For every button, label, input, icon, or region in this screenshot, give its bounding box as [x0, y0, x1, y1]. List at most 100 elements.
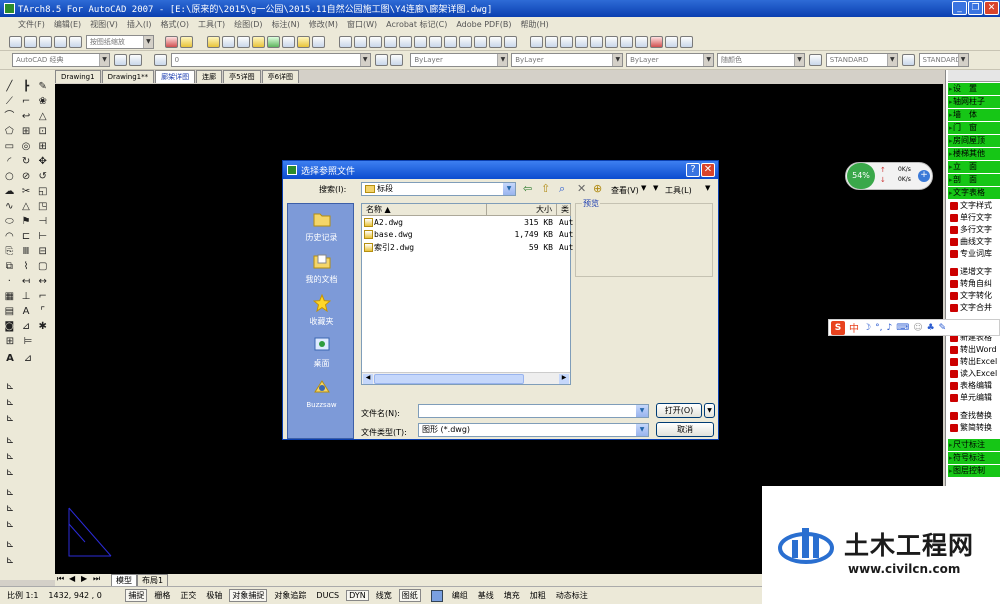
extend-icon[interactable]: ⊢	[36, 230, 49, 243]
arc2-icon[interactable]: ◜	[3, 155, 16, 168]
menu-format[interactable]: 格式(O)	[160, 19, 189, 30]
gradient-icon[interactable]: ▤	[3, 305, 16, 318]
isolate-icon[interactable]	[281, 36, 295, 48]
dim-style-combo[interactable]: STANDARD ▼	[918, 53, 969, 67]
layer-manager-icon[interactable]	[153, 54, 167, 66]
mic-icon[interactable]: ♪	[886, 323, 892, 333]
moon-icon[interactable]: ☽	[863, 323, 871, 333]
circle-icon[interactable]: ○	[3, 170, 16, 183]
maximize-button[interactable]: ❐	[968, 1, 983, 15]
menu-adobe-pdf[interactable]: Adobe PDF(B)	[456, 20, 511, 29]
back-icon[interactable]: ⇦	[523, 182, 532, 195]
import-excel-item[interactable]: 读入Excel	[948, 368, 1000, 380]
find-replace-item[interactable]: 查找替换	[948, 410, 1000, 422]
arc-icon[interactable]: ⌒	[3, 110, 16, 123]
new-folder-icon[interactable]: ⊕	[593, 182, 602, 195]
place-history[interactable]: 历史记录	[288, 210, 355, 243]
dim-linear-icon[interactable]: ⊾	[3, 380, 17, 393]
open-icon[interactable]	[24, 36, 37, 48]
zoom-previous-icon[interactable]	[575, 36, 589, 48]
panel-elevation[interactable]: 立 面	[948, 161, 1000, 173]
ime-mode[interactable]: 中	[849, 320, 859, 335]
file-row[interactable]: base.dwg 1,749 KB Aut	[364, 230, 573, 241]
layer-previous-icon[interactable]	[389, 54, 403, 66]
chamfer-icon[interactable]: ↔	[36, 275, 49, 288]
next-layout-icon[interactable]: ▶	[81, 574, 87, 583]
last-layout-icon[interactable]: ⏭	[93, 574, 100, 584]
place-desktop[interactable]: 桌面	[288, 336, 355, 369]
open-button[interactable]: 打开(O)	[656, 403, 702, 418]
grid-icon[interactable]: ⊞	[20, 125, 33, 138]
circle-tool-icon[interactable]: ◎	[20, 140, 33, 153]
file-row[interactable]: 索引2.dwg 59 KB Aut	[364, 242, 573, 253]
ime-toolbar[interactable]: S 中 ☽ °, ♪ ⌨ ☺ ♣ ✎	[828, 319, 1000, 336]
tab-drawing1-modified[interactable]: Drawing1**	[101, 70, 155, 83]
text-style-icon[interactable]	[808, 54, 822, 66]
layer-icon[interactable]	[221, 36, 235, 48]
menu-acrobat[interactable]: Acrobat 标记(C)	[386, 19, 447, 30]
stairs-icon[interactable]: ⌇	[20, 260, 33, 273]
cell-edit-item[interactable]: 单元编辑	[948, 392, 1000, 404]
fill-toggle[interactable]: 填充	[501, 589, 523, 602]
menu-help[interactable]: 帮助(H)	[521, 19, 549, 30]
tool-palette-icon[interactable]	[620, 36, 634, 48]
match-icon[interactable]	[266, 36, 280, 48]
dialog-close-button[interactable]: ✕	[701, 163, 715, 177]
delete-icon[interactable]: ✕	[577, 182, 586, 195]
preview-icon[interactable]	[69, 36, 82, 48]
lamp-icon[interactable]	[296, 36, 310, 48]
tab-pavilion6[interactable]: 亭6详图	[261, 70, 300, 83]
stamp-icon[interactable]	[179, 36, 193, 48]
group-toggle[interactable]: 编组	[449, 589, 471, 602]
user-icon[interactable]: ☺	[913, 323, 922, 333]
zoom-realtime-icon[interactable]	[545, 36, 559, 48]
sheet-set-icon[interactable]	[635, 36, 649, 48]
tools-menu[interactable]: 工具(L)	[665, 185, 692, 196]
cut-tool-icon[interactable]: ✂	[20, 185, 33, 198]
place-my-documents[interactable]: 我的文档	[288, 252, 355, 285]
elevation-icon[interactable]: ⊥	[20, 290, 33, 303]
multi-text-item[interactable]: 多行文字	[948, 224, 1000, 236]
tab-drawing1[interactable]: Drawing1	[55, 70, 101, 83]
text-style-combo[interactable]: STANDARD ▼	[825, 53, 898, 67]
bulb-icon[interactable]	[206, 36, 220, 48]
fill-icon[interactable]: ❀	[36, 95, 49, 108]
dim-radius-icon[interactable]: ⊾	[3, 450, 17, 463]
filename-input[interactable]: ▼	[418, 404, 649, 418]
net-speed-widget[interactable]: 54% ↑ ↓ 0K/s 0K/s +	[845, 162, 933, 190]
rectangle-icon[interactable]: ▭	[3, 140, 16, 153]
scale-icon[interactable]: ◱	[36, 185, 49, 198]
new-doc-icon[interactable]	[338, 36, 352, 48]
view-combo[interactable]: 按图纸缩放 ▼	[85, 35, 154, 49]
first-layout-icon[interactable]: ⏮	[57, 574, 64, 584]
fillet2-icon[interactable]: ⌜	[36, 305, 49, 318]
dim-diameter-icon[interactable]: ⊾	[3, 466, 17, 479]
horizontal-scrollbar[interactable]: ◀ ▶	[362, 372, 570, 384]
file-list[interactable]: 名称 ▲ 大小 类 A2.dwg 315 KB Aut base.dwg 1,749 …	[361, 203, 573, 385]
make-current-icon[interactable]	[374, 54, 388, 66]
help-icon[interactable]	[680, 36, 694, 48]
print-icon[interactable]	[383, 36, 397, 48]
ellipse-icon[interactable]: ⬭	[3, 215, 16, 228]
section-icon[interactable]: ⊿	[21, 352, 35, 365]
cut-icon[interactable]	[428, 36, 442, 48]
insert-icon[interactable]: ⎘	[3, 245, 16, 258]
mtext-icon[interactable]: A	[3, 352, 17, 365]
close-button[interactable]: ✕	[984, 1, 999, 15]
cancel-button[interactable]: 取消	[656, 422, 714, 437]
scale-readout[interactable]: 比例 1:1	[4, 589, 41, 602]
text-convert-item[interactable]: 文字转化	[948, 290, 1000, 302]
dim-icon[interactable]: ↤	[20, 275, 33, 288]
table-icon[interactable]: ⊞	[3, 335, 17, 348]
dim-style-icon[interactable]	[901, 54, 915, 66]
place-favorites[interactable]: 收藏夹	[288, 294, 355, 327]
save-doc-icon[interactable]	[368, 36, 382, 48]
panel-door-window[interactable]: 门 窗	[948, 122, 1000, 134]
shirt-icon[interactable]: ♣	[927, 323, 935, 333]
array-icon[interactable]: ⊡	[36, 125, 49, 138]
brush-icon[interactable]	[473, 36, 487, 48]
open-doc-icon[interactable]	[353, 36, 367, 48]
dim-continue-icon[interactable]: ⊾	[3, 538, 17, 551]
markup-icon[interactable]	[650, 36, 664, 48]
wrench-icon[interactable]: ✎	[939, 323, 947, 333]
